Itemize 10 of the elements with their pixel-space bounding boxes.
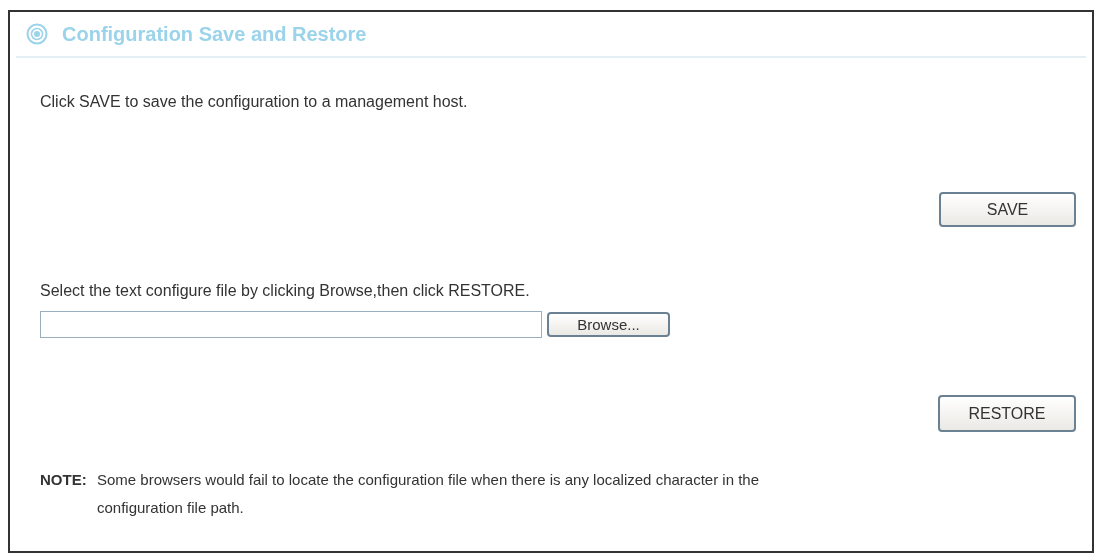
instruction-text: Select the text configure file by clicking Browse,then click RESTORE.: [40, 281, 531, 301]
target-icon: [26, 23, 48, 45]
browse-button[interactable]: Browse...: [547, 312, 670, 337]
file-path-field[interactable]: [40, 311, 542, 338]
note-text: Some browsers would fail to locate the configuration file when there is any localized character in the configuration file path.: [97, 470, 761, 518]
panel-title: Configuration Save and Restore: [62, 22, 367, 47]
instruction-text: Click SAVE to save the configuration to a management host.: [40, 92, 469, 112]
restore-button[interactable]: RESTORE: [938, 395, 1076, 432]
save-button[interactable]: SAVE: [939, 192, 1076, 227]
note-label: NOTE:: [40, 470, 88, 490]
